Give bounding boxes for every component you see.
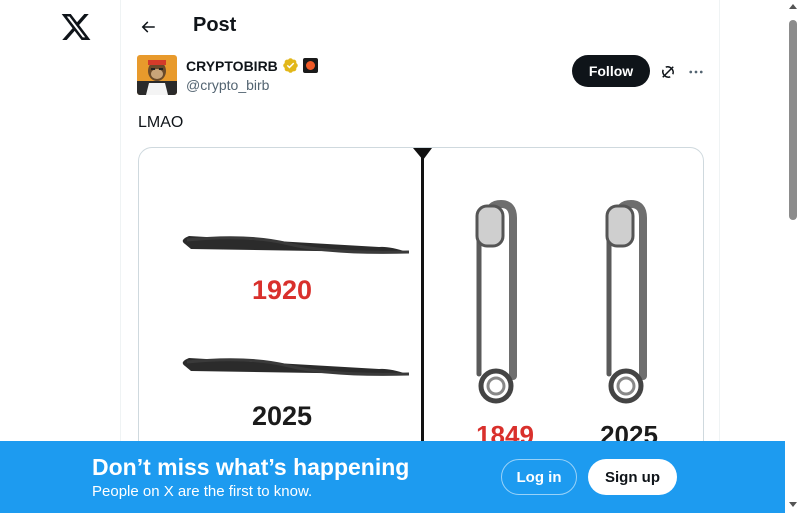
back-button[interactable]	[135, 14, 161, 40]
x-logo-icon[interactable]	[60, 11, 92, 43]
follow-button[interactable]: Follow	[572, 55, 650, 87]
scroll-down-arrow-icon[interactable]	[789, 502, 797, 507]
bobby-pin-1920	[182, 236, 410, 254]
year-label-1920: 1920	[252, 275, 312, 305]
year-label-2025-left: 2025	[252, 401, 312, 431]
left-rail	[0, 0, 120, 513]
grok-icon	[662, 66, 674, 78]
scroll-thumb[interactable]	[789, 20, 797, 220]
author-handle[interactable]: @crypto_birb	[186, 77, 269, 93]
scrollbar[interactable]	[786, 0, 800, 513]
author-name-row[interactable]: CRYPTOBIRB	[186, 57, 318, 74]
grok-button[interactable]	[657, 61, 679, 83]
affiliation-icon	[302, 58, 318, 73]
post-column: Post CRYPTOBIRB @crypto_birb Follow LMAO…	[120, 0, 720, 513]
post-author: CRYPTOBIRB @crypto_birb Follow	[137, 55, 705, 97]
signup-button[interactable]: Sign up	[588, 459, 677, 495]
bobby-pin-2025	[182, 358, 410, 376]
post-text: LMAO	[138, 114, 184, 131]
author-name[interactable]: CRYPTOBIRB	[186, 58, 278, 74]
page-title: Post	[193, 14, 237, 36]
page-header: Post	[121, 0, 721, 53]
banner-subtitle: People on X are the first to know.	[92, 483, 313, 500]
avatar[interactable]	[137, 55, 177, 95]
signup-banner: Don’t miss what’s happening People on X …	[0, 441, 785, 513]
safety-pin-2025	[605, 199, 647, 404]
arrow-left-icon	[141, 21, 155, 33]
login-button[interactable]: Log in	[501, 459, 577, 495]
safety-pin-1849	[475, 199, 517, 404]
more-dots-icon	[689, 70, 703, 74]
gold-verified-icon	[283, 58, 298, 73]
scroll-up-arrow-icon[interactable]	[789, 4, 797, 9]
more-button[interactable]	[685, 61, 707, 83]
banner-title: Don’t miss what’s happening	[92, 454, 410, 480]
